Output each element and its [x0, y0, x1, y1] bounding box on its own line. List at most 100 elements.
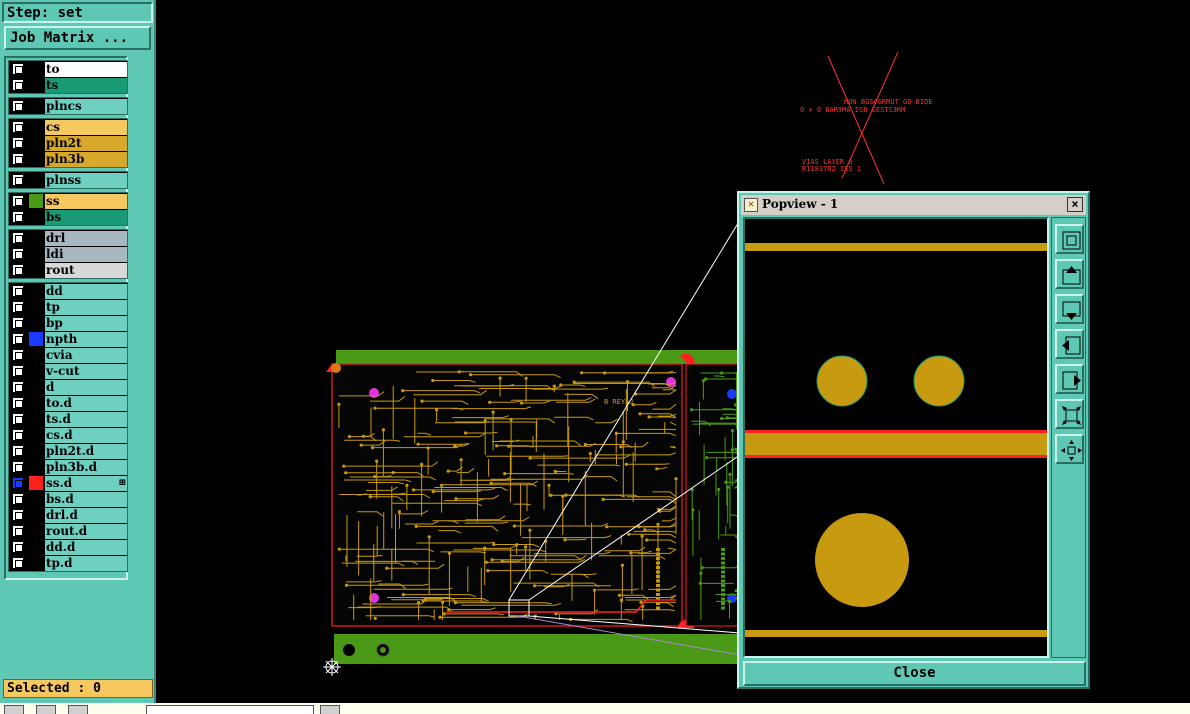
layer-checkbox[interactable]: [13, 233, 23, 243]
layer-row-d[interactable]: d: [9, 379, 127, 395]
layer-checkbox[interactable]: [13, 302, 23, 312]
layer-name[interactable]: ss.d ⊞: [45, 476, 127, 491]
layer-checkbox[interactable]: [13, 542, 23, 552]
layer-color-swatch[interactable]: [29, 412, 43, 426]
layer-row-cs[interactable]: cs: [9, 119, 127, 135]
layer-color-swatch[interactable]: [29, 62, 43, 76]
layer-checkbox[interactable]: [13, 398, 23, 408]
layer-name[interactable]: tp: [45, 300, 127, 315]
layer-name[interactable]: pln3b: [45, 152, 127, 167]
layer-name[interactable]: plnss: [45, 173, 127, 188]
layer-row-bp[interactable]: bp: [9, 315, 127, 331]
layer-color-swatch[interactable]: [29, 364, 43, 378]
layer-name[interactable]: cs: [45, 120, 127, 135]
layer-row-npth[interactable]: npth: [9, 331, 127, 347]
toolbar-button[interactable]: [320, 705, 340, 714]
layer-checkbox[interactable]: [13, 101, 23, 111]
layer-row-pln3b.d[interactable]: pln3b.d: [9, 459, 127, 475]
job-matrix-button[interactable]: Job Matrix ...: [4, 26, 151, 50]
pan-down-icon[interactable]: [1055, 294, 1084, 324]
layer-checkbox[interactable]: [13, 80, 23, 90]
layer-name[interactable]: ss: [45, 194, 127, 209]
layer-color-swatch[interactable]: [29, 556, 43, 570]
layer-row-plnss[interactable]: plnss: [9, 172, 127, 188]
layer-name[interactable]: plncs: [45, 99, 127, 114]
layer-row-ss[interactable]: ss: [9, 193, 127, 209]
layer-checkbox[interactable]: [13, 154, 23, 164]
layer-row-cvia[interactable]: cvia: [9, 347, 127, 363]
layer-color-swatch[interactable]: [29, 120, 43, 134]
close-icon[interactable]: ×: [1067, 197, 1083, 212]
zoom-fit-icon[interactable]: [1055, 224, 1084, 254]
layer-color-swatch[interactable]: [29, 173, 43, 187]
popview-viewport[interactable]: [743, 217, 1049, 658]
zoom-out-icon[interactable]: [1055, 399, 1084, 429]
layer-color-swatch[interactable]: [29, 99, 43, 113]
layer-color-swatch[interactable]: [29, 444, 43, 458]
layer-checkbox[interactable]: [13, 122, 23, 132]
layer-color-swatch[interactable]: [29, 284, 43, 298]
layer-name[interactable]: drl.d: [45, 508, 127, 523]
layer-color-swatch[interactable]: [29, 263, 43, 277]
layer-checkbox[interactable]: [13, 446, 23, 456]
layer-name[interactable]: bs: [45, 210, 127, 225]
layer-color-swatch[interactable]: [29, 508, 43, 522]
layer-color-swatch[interactable]: [29, 78, 43, 92]
layer-checkbox[interactable]: [13, 382, 23, 392]
layer-row-pln2t[interactable]: pln2t: [9, 135, 127, 151]
layer-checkbox[interactable]: [13, 526, 23, 536]
layer-color-swatch[interactable]: [29, 396, 43, 410]
layer-checkbox[interactable]: [13, 265, 23, 275]
layer-name[interactable]: ts: [45, 78, 127, 93]
layer-checkbox[interactable]: [13, 138, 23, 148]
layer-name[interactable]: dd: [45, 284, 127, 299]
layer-color-swatch[interactable]: [29, 316, 43, 330]
pan-right-icon[interactable]: [1055, 364, 1084, 394]
layer-row-to[interactable]: to: [9, 61, 127, 77]
layer-color-swatch[interactable]: [29, 476, 43, 490]
layer-checkbox[interactable]: [13, 318, 23, 328]
layer-color-swatch[interactable]: [29, 247, 43, 261]
layer-row-drl[interactable]: drl: [9, 230, 127, 246]
layer-color-swatch[interactable]: [29, 210, 43, 224]
layer-color-swatch[interactable]: [29, 332, 43, 346]
layer-row-bs[interactable]: bs: [9, 209, 127, 225]
zoom-in-icon[interactable]: [1055, 434, 1084, 464]
close-button[interactable]: Close: [743, 661, 1086, 686]
layer-color-swatch[interactable]: [29, 300, 43, 314]
layer-row-v-cut[interactable]: v-cut: [9, 363, 127, 379]
layer-checkbox[interactable]: [13, 334, 23, 344]
layer-name[interactable]: drl: [45, 231, 127, 246]
layer-color-swatch[interactable]: [29, 428, 43, 442]
pan-up-icon[interactable]: [1055, 259, 1084, 289]
layer-name[interactable]: v-cut: [45, 364, 127, 379]
layer-checkbox[interactable]: [13, 249, 23, 259]
layer-name[interactable]: npth: [45, 332, 127, 347]
layer-color-swatch[interactable]: [29, 348, 43, 362]
layer-name[interactable]: tp.d: [45, 556, 127, 571]
layer-checkbox[interactable]: [13, 430, 23, 440]
layer-checkbox[interactable]: [13, 366, 23, 376]
layer-row-dd.d[interactable]: dd.d: [9, 539, 127, 555]
layer-name[interactable]: pln3b.d: [45, 460, 127, 475]
layer-row-ts[interactable]: ts: [9, 77, 127, 93]
command-input[interactable]: [146, 705, 314, 714]
layer-row-plncs[interactable]: plncs: [9, 98, 127, 114]
layer-checkbox[interactable]: [13, 350, 23, 360]
layer-name[interactable]: to: [45, 62, 127, 77]
layer-checkbox[interactable]: [13, 175, 23, 185]
layer-color-swatch[interactable]: [29, 524, 43, 538]
layer-row-rout.d[interactable]: rout.d: [9, 523, 127, 539]
layer-name[interactable]: to.d: [45, 396, 127, 411]
layer-name[interactable]: cvia: [45, 348, 127, 363]
layer-name[interactable]: pln2t: [45, 136, 127, 151]
toolbar-button[interactable]: [68, 705, 88, 714]
layer-row-rout[interactable]: rout: [9, 262, 127, 278]
layer-name[interactable]: bs.d: [45, 492, 127, 507]
layer-row-tp.d[interactable]: tp.d: [9, 555, 127, 571]
layer-row-ldi[interactable]: ldi: [9, 246, 127, 262]
layer-checkbox[interactable]: [13, 478, 23, 488]
layer-row-drl.d[interactable]: drl.d: [9, 507, 127, 523]
layer-name[interactable]: pln2t.d: [45, 444, 127, 459]
expand-icon[interactable]: ⊞: [118, 476, 126, 490]
